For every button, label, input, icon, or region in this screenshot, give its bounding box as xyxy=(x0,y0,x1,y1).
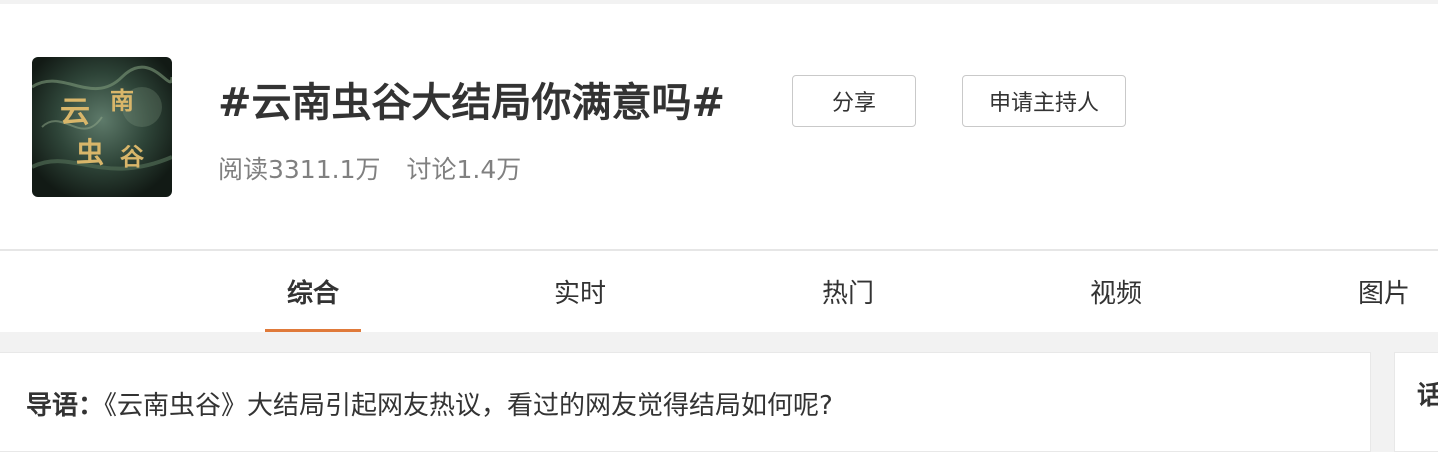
sidebar-card-title: 话 xyxy=(1417,381,1438,411)
intro-text: 导语：《云南虫谷》大结局引起网友热议，看过的网友觉得结局如何呢? xyxy=(26,385,833,422)
topic-title: #云南虫谷大结局你满意吗# xyxy=(218,80,726,126)
tab-realtime[interactable]: 实时 xyxy=(532,251,628,332)
tab-pictures[interactable]: 图片 xyxy=(1336,251,1432,332)
share-button[interactable]: 分享 xyxy=(792,75,916,127)
topic-stats: 阅读3311.1万 讨论1.4万 xyxy=(218,150,521,186)
active-tab-indicator xyxy=(265,329,361,332)
intro-prefix: 导语： xyxy=(26,391,105,421)
svg-text:南: 南 xyxy=(110,86,134,115)
discuss-count: 讨论1.4万 xyxy=(406,155,522,184)
topic-cover-image[interactable]: 云 南 虫 谷 xyxy=(32,57,172,197)
svg-text:谷: 谷 xyxy=(120,142,145,171)
intro-body: 《云南虫谷》大结局引起网友热议，看过的网友觉得结局如何呢? xyxy=(104,391,833,421)
svg-text:云: 云 xyxy=(60,95,90,130)
tab-video[interactable]: 视频 xyxy=(1068,251,1164,332)
svg-text:虫: 虫 xyxy=(76,136,104,169)
topic-header: 云 南 虫 谷 #云南虫谷大结局你满意吗# 分享 申请主持人 阅读3311.1万… xyxy=(0,4,1438,250)
sidebar-card: 话 xyxy=(1394,352,1438,452)
tab-comprehensive[interactable]: 综合 xyxy=(265,251,361,332)
tab-hot[interactable]: 热门 xyxy=(800,251,896,332)
read-count: 阅读3311.1万 xyxy=(218,155,381,184)
apply-host-button[interactable]: 申请主持人 xyxy=(962,75,1126,127)
topic-tabs: 综合 实时 热门 视频 图片 xyxy=(0,251,1438,332)
intro-card: 导语：《云南虫谷》大结局引起网友热议，看过的网友觉得结局如何呢? xyxy=(0,352,1371,452)
drama-poster-image: 云 南 虫 谷 xyxy=(32,57,172,197)
